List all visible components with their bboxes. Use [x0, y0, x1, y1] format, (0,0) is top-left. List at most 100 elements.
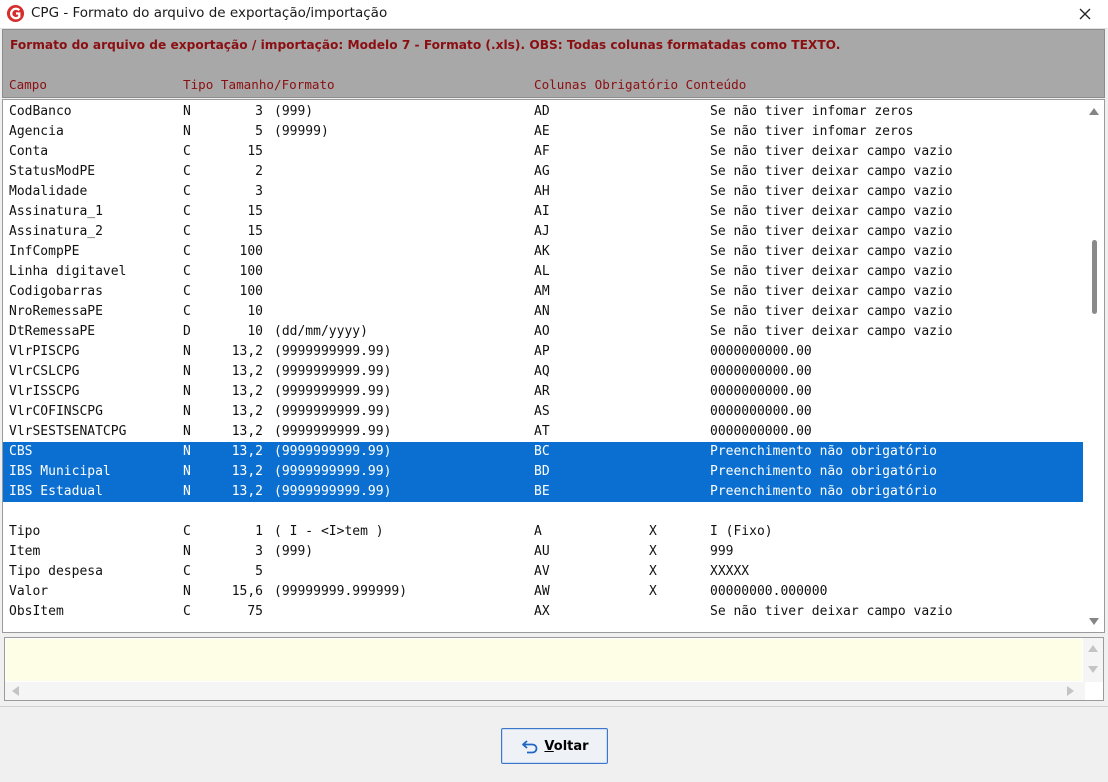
table-row[interactable]: VlrSESTSENATCPG N 13,2 (9999999999.99) AT 000…: [3, 422, 1083, 442]
memo-scroll-left-icon[interactable]: [12, 686, 19, 696]
table-row[interactable]: Agencia N 5 (99999) AE Se não tiver infomar z…: [3, 122, 1083, 142]
table-row[interactable]: VlrCSLCPG N 13,2 (9999999999.99) AQ 000000000…: [3, 362, 1083, 382]
table-row[interactable]: VlrISSCPG N 13,2 (9999999999.99) AR 000000000…: [3, 382, 1083, 402]
field-content-cell: 0000000000.00: [710, 344, 812, 359]
field-name-cell: VlrCOFINSCPG: [9, 404, 103, 419]
field-content-cell: Se não tiver deixar campo vazio: [710, 144, 953, 159]
memo-scroll-right-icon[interactable]: [1067, 686, 1074, 696]
field-format-cell: (9999999999.99): [274, 364, 392, 379]
field-name-cell: VlrISSCPG: [9, 384, 80, 399]
table-row[interactable]: Assinatura_1 C 15 AI Se não tiver deixar cam…: [3, 202, 1083, 222]
memo-box[interactable]: [4, 637, 1104, 701]
table-row[interactable]: Modalidade C 3 AH Se não tiver deixar campo …: [3, 182, 1083, 202]
table-row[interactable]: InfCompPE C 100 AK Se não tiver deixar campo…: [3, 242, 1083, 262]
field-column-cell: AD: [534, 104, 550, 119]
field-format-cell: (9999999999.99): [274, 484, 392, 499]
table-row[interactable]: CBS N 13,2 (9999999999.99) BC Preenchimento n…: [3, 442, 1083, 462]
field-format-cell: (9999999999.99): [274, 464, 392, 479]
field-name-cell: StatusModPE: [9, 164, 96, 179]
field-size-cell: 13,2: [231, 424, 263, 439]
field-column-cell: A: [534, 524, 542, 539]
table-row[interactable]: DtRemessaPE D 10 (dd/mm/yyyy) AO Se não tiver…: [3, 322, 1083, 342]
vertical-scrollbar[interactable]: [1085, 100, 1104, 632]
field-size-cell: 2: [255, 164, 263, 179]
fields-list[interactable]: CodBanco N 3 (999) AD Se não tiver infomar ze…: [2, 99, 1105, 633]
field-name-cell: Codigobarras: [9, 284, 103, 299]
field-format-cell: (99999999.999999): [274, 584, 408, 599]
window-title: CPG - Formato do arquivo de exportação/i…: [31, 5, 388, 21]
field-column-cell: AH: [534, 184, 550, 199]
field-required-cell: X: [649, 564, 657, 579]
table-row[interactable]: VlrCOFINSCPG N 13,2 (9999999999.99) AS 000000…: [3, 402, 1083, 422]
field-content-cell: Preenchimento não obrigatório: [710, 464, 937, 479]
column-header-colunas-obrigatorio-conteudo: Colunas Obrigatório Conteúdo: [534, 77, 747, 92]
field-format-cell: ( I - <I>tem ): [274, 524, 384, 539]
field-column-cell: AS: [534, 404, 550, 419]
field-column-cell: BC: [534, 444, 550, 459]
field-size-cell: 5: [255, 564, 263, 579]
table-row[interactable]: VlrPISCPG N 13,2 (9999999999.99) AP 000000000…: [3, 342, 1083, 362]
table-row[interactable]: CodBanco N 3 (999) AD Se não tiver infomar ze…: [3, 102, 1083, 122]
memo-text-area[interactable]: [6, 639, 1082, 681]
field-name-cell: Agencia: [9, 124, 64, 139]
field-size-cell: 15,6: [231, 584, 263, 599]
table-row[interactable]: Conta C 15 AF Se não tiver deixar campo vazi…: [3, 142, 1083, 162]
field-name-cell: Assinatura_2: [9, 224, 103, 239]
field-content-cell: Se não tiver infomar zeros: [710, 124, 914, 139]
table-row[interactable]: NroRemessaPE C 10 AN Se não tiver deixar cam…: [3, 302, 1083, 322]
field-content-cell: 0000000000.00: [710, 384, 812, 399]
field-size-cell: 100: [239, 244, 263, 259]
table-row[interactable]: Assinatura_2 C 15 AJ Se não tiver deixar cam…: [3, 222, 1083, 242]
field-name-cell: Modalidade: [9, 184, 88, 199]
field-column-cell: AL: [534, 264, 550, 279]
table-row[interactable]: StatusModPE C 2 AG Se não tiver deixar campo…: [3, 162, 1083, 182]
close-button[interactable]: [1062, 0, 1108, 28]
field-format-cell: (9999999999.99): [274, 404, 392, 419]
field-name-cell: VlrPISCPG: [9, 344, 80, 359]
field-column-cell: AJ: [534, 224, 550, 239]
field-size-cell: 10: [247, 304, 263, 319]
table-row[interactable]: ObsItem C 75 AX Se não tiver deixar campo va…: [3, 602, 1083, 622]
memo-scroll-down-icon[interactable]: [1088, 666, 1098, 673]
field-content-cell: Preenchimento não obrigatório: [710, 484, 937, 499]
field-content-cell: Se não tiver deixar campo vazio: [710, 164, 953, 179]
field-size-cell: 13,2: [231, 344, 263, 359]
field-format-cell: (99999): [274, 124, 329, 139]
memo-scroll-up-icon[interactable]: [1088, 645, 1098, 652]
undo-arrow-icon: [522, 740, 538, 754]
app-logo-icon: [6, 4, 25, 23]
field-content-cell: Se não tiver deixar campo vazio: [710, 204, 953, 219]
field-content-cell: Se não tiver deixar campo vazio: [710, 264, 953, 279]
field-content-cell: Se não tiver deixar campo vazio: [710, 244, 953, 259]
field-content-cell: Se não tiver deixar campo vazio: [710, 284, 953, 299]
table-row[interactable]: [3, 502, 1083, 522]
table-row[interactable]: Tipo despesa C 5 AV X XXXXX: [3, 562, 1083, 582]
table-row[interactable]: Tipo C 1( I - <I>tem ) A X I (Fixo): [3, 522, 1083, 542]
table-row[interactable]: IBS Estadual N 13,2 (9999999999.99) BE Preenc…: [3, 482, 1083, 502]
field-content-cell: Se não tiver deixar campo vazio: [710, 304, 953, 319]
scroll-down-icon[interactable]: [1089, 618, 1099, 625]
field-column-cell: BD: [534, 464, 550, 479]
back-button-label: Voltar: [544, 738, 589, 754]
table-row[interactable]: Codigobarras C 100 AM Se não tiver deixar ca…: [3, 282, 1083, 302]
footer-bar: Voltar: [0, 706, 1108, 782]
memo-vertical-scrollbar[interactable]: [1083, 638, 1103, 682]
table-row[interactable]: Linha digitavel C 100 AL Se não tiver deixar…: [3, 262, 1083, 282]
back-button[interactable]: Voltar: [501, 728, 608, 764]
scrollbar-thumb[interactable]: [1092, 240, 1097, 314]
field-column-cell: AF: [534, 144, 550, 159]
field-name-cell: Conta: [9, 144, 49, 159]
scroll-up-icon[interactable]: [1089, 108, 1099, 115]
memo-horizontal-scrollbar[interactable]: [5, 682, 1085, 700]
field-size-cell: 100: [239, 284, 263, 299]
field-content-cell: XXXXX: [710, 564, 750, 579]
field-required-cell: X: [649, 524, 657, 539]
table-row[interactable]: Valor N 15,6 (99999999.999999) AW X 00000000.0…: [3, 582, 1083, 602]
field-format-cell: (9999999999.99): [274, 424, 392, 439]
field-size-cell: 13,2: [231, 484, 263, 499]
table-row[interactable]: Item N 3 (999) AU X 999: [3, 542, 1083, 562]
field-name-cell: Tipo: [9, 524, 41, 539]
field-size-cell: 13,2: [231, 464, 263, 479]
table-row[interactable]: IBS Municipal N 13,2 (9999999999.99) BD Preen…: [3, 462, 1083, 482]
field-size-cell: 15: [247, 224, 263, 239]
